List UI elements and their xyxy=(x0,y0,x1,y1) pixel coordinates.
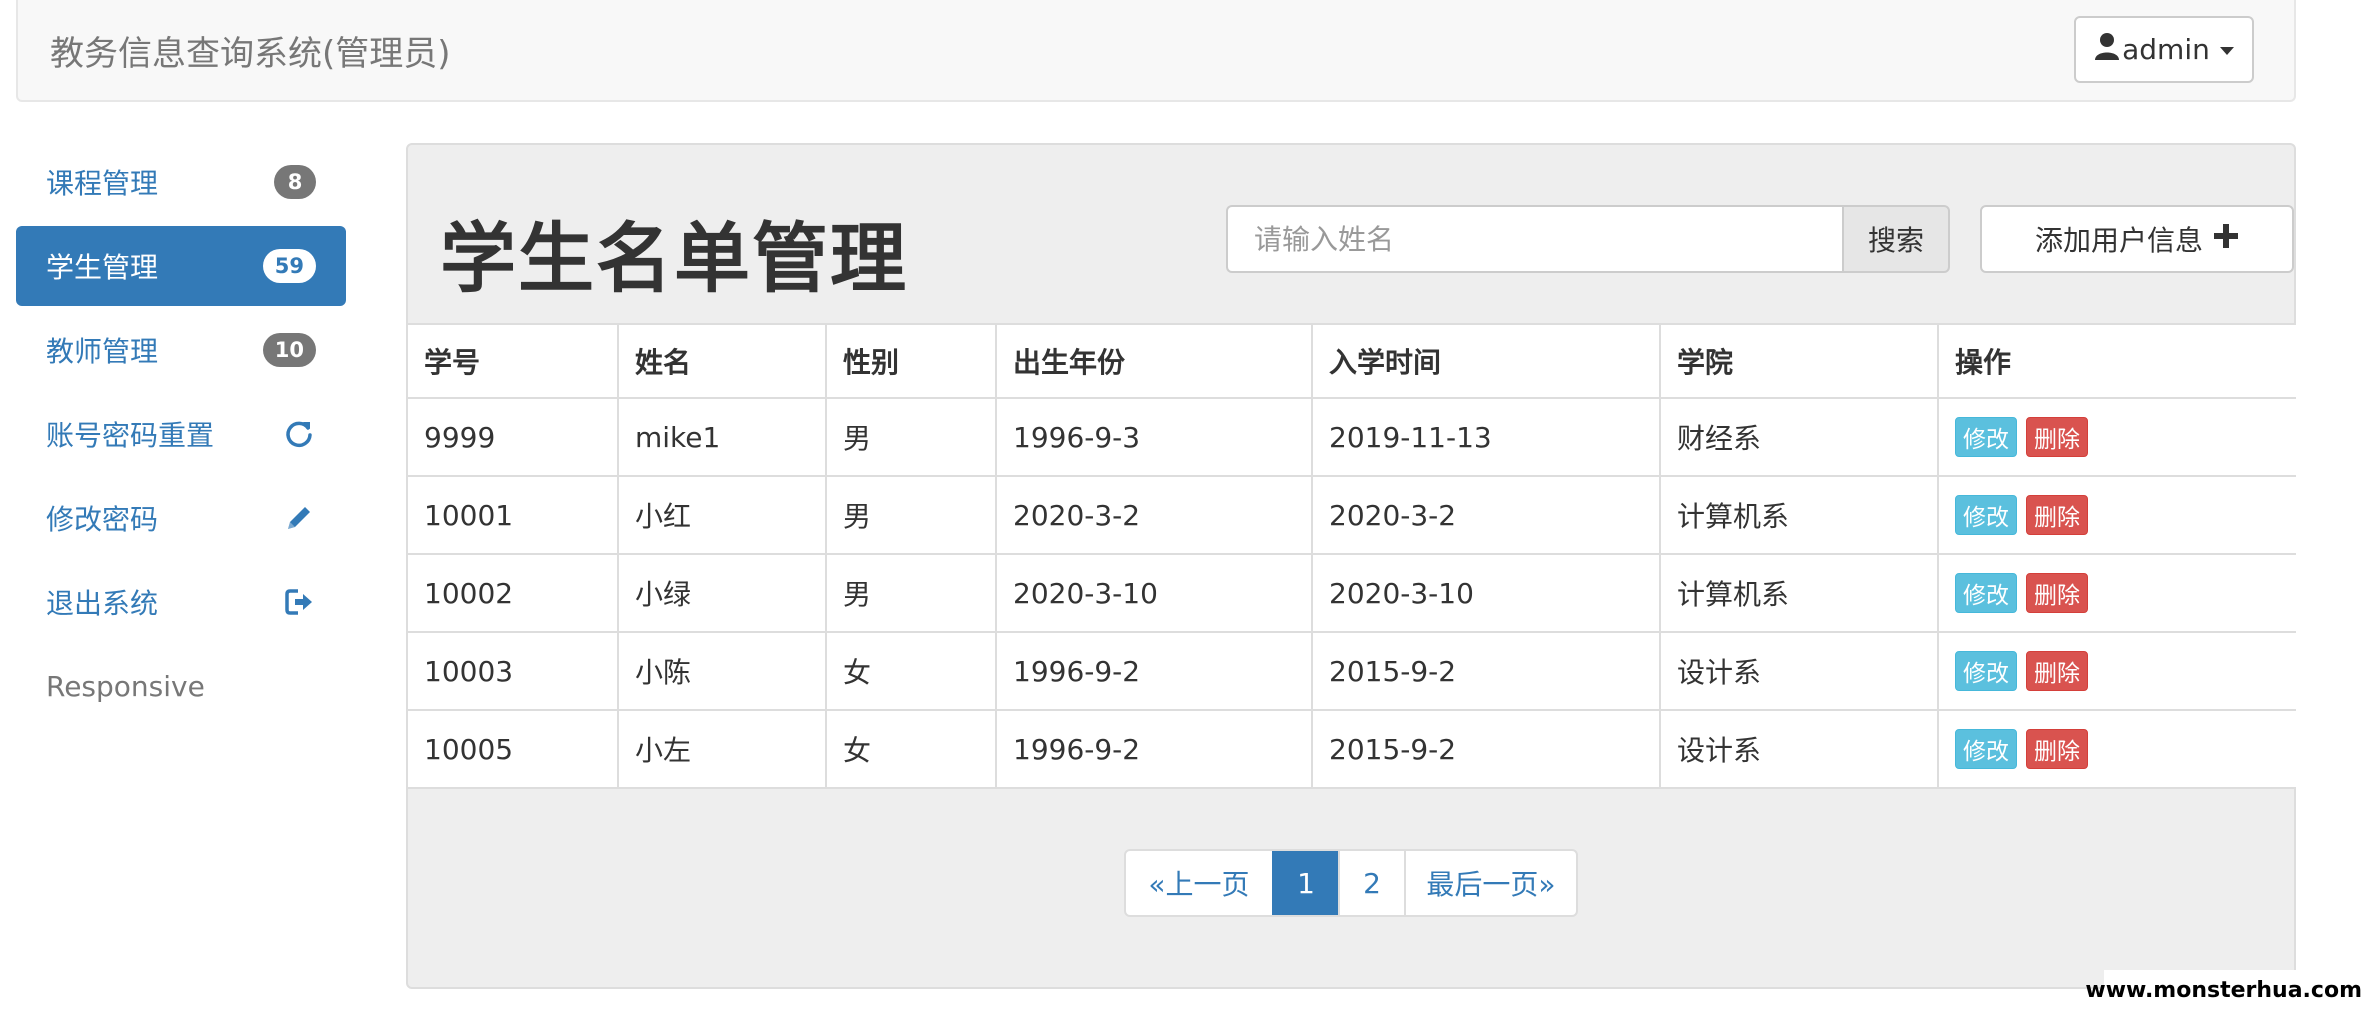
table-cell: 女 xyxy=(825,631,997,711)
column-header: 学院 xyxy=(1659,323,1939,399)
column-header: 学号 xyxy=(408,323,619,399)
add-user-button[interactable]: 添加用户信息 xyxy=(1980,205,2294,273)
sidebar-item-label: 学生管理 xyxy=(46,251,159,284)
plus-icon xyxy=(2213,223,2239,256)
delete-button[interactable]: 删除 xyxy=(2026,495,2088,535)
table-cell: 1996-9-3 xyxy=(995,397,1313,477)
sidebar-item-logout[interactable]: 退出系统 xyxy=(16,562,346,642)
main-panel: 学生名单管理 搜索 添加用户信息 学号 姓名 性别 出生年份 入学时间 学院 操… xyxy=(406,143,2296,989)
add-user-label: 添加用户信息 xyxy=(2034,224,2203,257)
app-title[interactable]: 教务信息查询系统(管理员) xyxy=(50,26,451,75)
table-cell: 男 xyxy=(825,553,997,633)
table-cell: 10005 xyxy=(408,709,619,789)
table-cell: 10002 xyxy=(408,553,619,633)
table-cell: 计算机系 xyxy=(1659,553,1939,633)
table-cell: 设计系 xyxy=(1659,709,1939,789)
user-menu-button[interactable]: admin xyxy=(2074,16,2254,83)
sidebar-item-label: 课程管理 xyxy=(46,167,159,200)
table-cell: 男 xyxy=(825,475,997,555)
table-cell: 小绿 xyxy=(617,553,827,633)
table-cell: 设计系 xyxy=(1659,631,1939,711)
actions-cell: 修改 删除 xyxy=(1937,475,2296,555)
actions-cell: 修改 删除 xyxy=(1937,709,2296,789)
refresh-icon xyxy=(282,417,316,451)
table-cell: 2020-3-10 xyxy=(1311,553,1661,633)
table-cell: 2019-11-13 xyxy=(1311,397,1661,477)
table-cell: 1996-9-2 xyxy=(995,631,1313,711)
table-row: 10001 小红 男 2020-3-2 2020-3-2 计算机系 修改 删除 xyxy=(408,475,2296,555)
count-badge: 8 xyxy=(274,165,316,199)
table-cell: 女 xyxy=(825,709,997,789)
delete-button[interactable]: 删除 xyxy=(2026,573,2088,613)
student-table: 学号 姓名 性别 出生年份 入学时间 学院 操作 9999 mike1 男 19… xyxy=(408,323,2296,789)
top-navbar: 教务信息查询系统(管理员) admin xyxy=(16,0,2296,102)
edit-button[interactable]: 修改 xyxy=(1955,417,2017,457)
table-cell: 2020-3-10 xyxy=(995,553,1313,633)
table-cell: 计算机系 xyxy=(1659,475,1939,555)
sidebar: 课程管理 8 学生管理 59 教师管理 10 账号密码重置 修改密码 退出系统 … xyxy=(16,142,346,730)
sidebar-item-change-password[interactable]: 修改密码 xyxy=(16,478,346,558)
sidebar-item-courses[interactable]: 课程管理 8 xyxy=(16,142,346,222)
last-page-link[interactable]: 最后一页» xyxy=(1404,851,1576,915)
table-row: 10002 小绿 男 2020-3-10 2020-3-10 计算机系 修改 删… xyxy=(408,553,2296,633)
edit-button[interactable]: 修改 xyxy=(1955,651,2017,691)
table-cell: 小左 xyxy=(617,709,827,789)
pencil-icon xyxy=(282,501,316,535)
count-badge: 10 xyxy=(262,333,316,367)
delete-button[interactable]: 删除 xyxy=(2026,651,2088,691)
actions-cell: 修改 删除 xyxy=(1937,631,2296,711)
delete-button[interactable]: 删除 xyxy=(2026,729,2088,769)
table-header-row: 学号 姓名 性别 出生年份 入学时间 学院 操作 xyxy=(408,323,2296,399)
actions-cell: 修改 删除 xyxy=(1937,553,2296,633)
sidebar-item-responsive: Responsive xyxy=(16,646,346,726)
table-cell: 10003 xyxy=(408,631,619,711)
column-header: 入学时间 xyxy=(1311,323,1661,399)
delete-button[interactable]: 删除 xyxy=(2026,417,2088,457)
search-button[interactable]: 搜索 xyxy=(1842,205,1950,273)
table-cell: 1996-9-2 xyxy=(995,709,1313,789)
table-cell: 9999 xyxy=(408,397,619,477)
caret-down-icon xyxy=(2219,46,2234,55)
sidebar-item-label: 退出系统 xyxy=(46,587,159,620)
table-cell: 2020-3-2 xyxy=(1311,475,1661,555)
column-header: 操作 xyxy=(1937,323,2296,399)
column-header: 出生年份 xyxy=(995,323,1313,399)
page-title: 学生名单管理 xyxy=(440,214,908,303)
table-cell: 2015-9-2 xyxy=(1311,631,1661,711)
user-icon xyxy=(2094,32,2120,67)
sidebar-item-reset-password[interactable]: 账号密码重置 xyxy=(16,394,346,474)
table-cell: 2020-3-2 xyxy=(995,475,1313,555)
table-cell: 2015-9-2 xyxy=(1311,709,1661,789)
search-input[interactable] xyxy=(1226,205,1842,273)
column-header: 姓名 xyxy=(617,323,827,399)
edit-button[interactable]: 修改 xyxy=(1955,495,2017,535)
sidebar-item-students[interactable]: 学生管理 59 xyxy=(16,226,346,306)
table-row: 10005 小左 女 1996-9-2 2015-9-2 设计系 修改 删除 xyxy=(408,709,2296,789)
column-header: 性别 xyxy=(825,323,997,399)
count-badge: 59 xyxy=(262,249,316,283)
edit-button[interactable]: 修改 xyxy=(1955,573,2017,613)
table-cell: 10001 xyxy=(408,475,619,555)
log-out-icon xyxy=(282,585,316,619)
table-row: 9999 mike1 男 1996-9-3 2019-11-13 财经系 修改 … xyxy=(408,397,2296,477)
watermark-text: www.monsterhua.com xyxy=(2085,970,2364,1010)
pagination: «上一页 1 2 最后一页» xyxy=(1124,849,1578,917)
user-name: admin xyxy=(2122,33,2210,66)
page-link-2[interactable]: 2 xyxy=(1338,851,1404,915)
table-cell: 男 xyxy=(825,397,997,477)
prev-page-link[interactable]: «上一页 xyxy=(1126,851,1272,915)
table-row: 10003 小陈 女 1996-9-2 2015-9-2 设计系 修改 删除 xyxy=(408,631,2296,711)
sidebar-item-teachers[interactable]: 教师管理 10 xyxy=(16,310,346,390)
table-cell: 小陈 xyxy=(617,631,827,711)
actions-cell: 修改 删除 xyxy=(1937,397,2296,477)
table-cell: 财经系 xyxy=(1659,397,1939,477)
sidebar-item-label: Responsive xyxy=(46,669,205,703)
sidebar-item-label: 修改密码 xyxy=(46,503,159,536)
page-link-1[interactable]: 1 xyxy=(1272,851,1338,915)
table-cell: mike1 xyxy=(617,397,827,477)
table-cell: 小红 xyxy=(617,475,827,555)
edit-button[interactable]: 修改 xyxy=(1955,729,2017,769)
sidebar-item-label: 账号密码重置 xyxy=(46,419,215,452)
sidebar-item-label: 教师管理 xyxy=(46,335,159,368)
